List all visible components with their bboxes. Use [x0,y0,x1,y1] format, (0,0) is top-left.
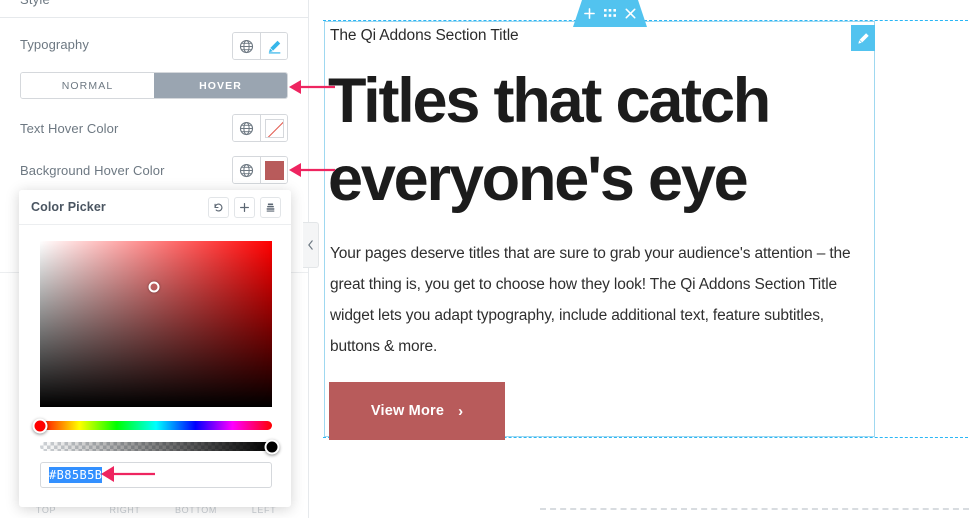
tab-hover[interactable]: HOVER [154,73,287,98]
plus-icon [240,202,249,212]
grid-icon [604,9,616,17]
alpha-slider-handle[interactable] [264,439,280,454]
add-section-button[interactable] [584,8,595,19]
hex-input-value[interactable]: #B85B5B [49,467,103,483]
typography-edit-button[interactable] [260,33,287,59]
pencil-icon [268,40,280,54]
pencil-icon [857,32,869,44]
background-hover-color-controls [232,156,288,184]
panel-section-heading: Style [20,0,50,7]
alpha-slider[interactable] [40,439,280,454]
typography-globe-button[interactable] [233,33,260,59]
state-tabs: NORMAL HOVER [20,72,288,99]
text-hover-color-controls [232,114,288,142]
globe-icon [239,163,254,177]
screen-root: Style Typography [0,0,969,518]
value-gradient [40,241,272,407]
widget-body-text: Your pages deserve titles that are sure … [330,245,851,355]
hue-slider[interactable] [32,418,272,433]
text-hover-globe-button[interactable] [233,115,260,141]
swatch-library-button[interactable] [260,196,281,218]
edit-section-button[interactable] [604,9,616,18]
color-picker-header: Color Picker [19,190,291,225]
page-bottom-divider [540,508,969,510]
page-canvas: The Qi Addons Section Title Titles that … [310,0,969,518]
color-picker-panel: Color Picker #B85B5B [19,190,291,507]
hue-slider-handle[interactable] [32,418,48,433]
globe-icon [239,39,254,53]
background-hover-globe-button[interactable] [233,157,260,183]
chevron-right-icon: › [458,402,464,420]
color-picker-actions [208,196,281,218]
globe-icon [239,121,254,135]
reset-button[interactable] [208,196,229,218]
sidebar-collapse-button[interactable] [303,222,319,268]
view-more-button[interactable]: View More › [329,382,505,440]
text-hover-color-swatch[interactable] [260,115,287,141]
typography-controls [232,32,288,60]
widget-edit-badge[interactable] [851,25,875,51]
sidebar-divider [0,17,308,18]
widget-title: Titles that catch everyone's eye [328,66,771,214]
color-picker-title: Color Picker [31,200,106,214]
text-hover-color-label: Text Hover Color [20,121,119,136]
widget-subtitle: The Qi Addons Section Title [330,27,519,44]
settings-sidebar: Style Typography [0,0,309,518]
tab-normal[interactable]: NORMAL [21,73,154,98]
background-hover-color-swatch[interactable] [260,157,287,183]
chevron-left-icon [308,240,313,250]
delete-section-button[interactable] [625,8,636,19]
add-color-button[interactable] [234,196,255,218]
saturation-value-area[interactable] [40,241,272,407]
no-color-swatch-icon [264,118,284,138]
close-icon [625,8,636,19]
active-color-swatch-icon [264,160,284,180]
reset-icon [214,203,223,211]
plus-icon [584,8,595,19]
library-icon [266,203,275,212]
typography-label: Typography [20,37,89,52]
background-hover-color-label: Background Hover Color [20,163,165,178]
saturation-value-handle[interactable] [148,281,160,293]
section-toolbar [573,0,647,27]
hex-input-field[interactable]: #B85B5B [40,462,272,488]
view-more-label: View More [370,403,445,419]
